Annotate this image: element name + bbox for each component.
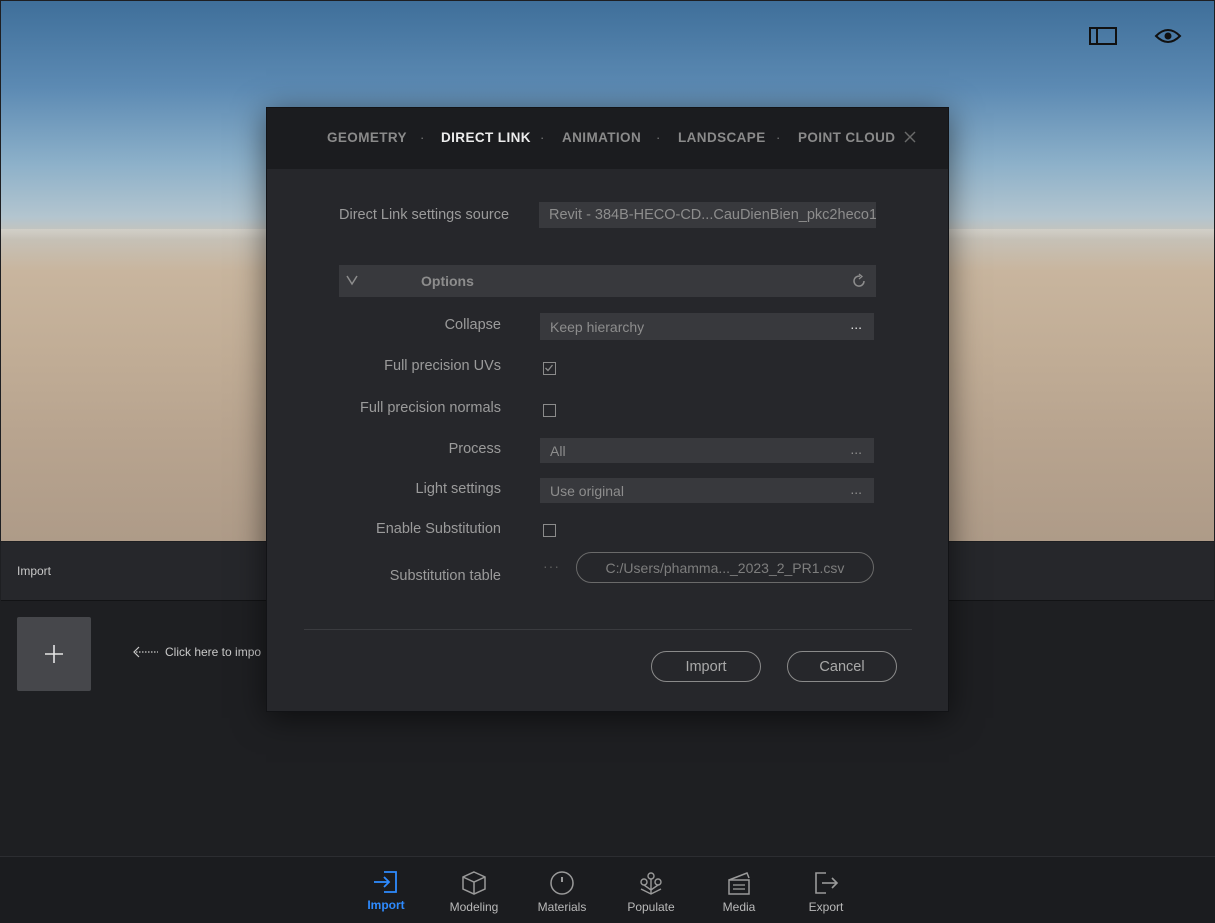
full-precision-uvs-checkbox[interactable] (543, 362, 556, 375)
light-settings-more-button[interactable]: ... (850, 481, 862, 497)
source-value: Revit - 384B-HECO-CD...CauDienBien_pkc2h… (549, 207, 876, 223)
full-precision-normals-checkbox[interactable] (543, 404, 556, 417)
sidebar-toggle-icon[interactable] (1088, 23, 1118, 49)
circle-dot-icon (550, 871, 574, 895)
chevron-down-icon (346, 275, 358, 286)
toolbar-export[interactable]: Export (786, 857, 866, 923)
process-label: Process (448, 441, 501, 457)
collapse-value: Keep hierarchy (550, 318, 645, 335)
arrow-left-icon (133, 646, 158, 658)
process-value: All (550, 442, 566, 459)
substitution-table-field[interactable]: C:/Users/phamma..._2023_2_PR1.csv (576, 552, 874, 583)
collapse-more-button[interactable]: ... (850, 316, 862, 332)
collapse-select[interactable]: Keep hierarchy ... (540, 313, 874, 340)
tab-separator: · (540, 130, 545, 145)
dialog-divider (304, 629, 912, 630)
substitution-table-label: Substitution table (389, 568, 501, 584)
plus-icon (45, 645, 63, 663)
light-settings-label: Light settings (415, 481, 501, 497)
tab-direct-link[interactable]: DIRECT LINK (441, 130, 531, 145)
tab-geometry[interactable]: GEOMETRY (327, 130, 407, 145)
source-field[interactable]: Revit - 384B-HECO-CD...CauDienBien_pkc2h… (539, 202, 876, 228)
full-precision-normals-label: Full precision normals (359, 400, 501, 416)
toolbar-import[interactable]: Import (346, 857, 426, 923)
enable-substitution-label: Enable Substitution (376, 521, 501, 537)
full-precision-uvs-label: Full precision UVs (384, 358, 501, 374)
toolbar-populate-label: Populate (627, 900, 675, 914)
options-section-header[interactable]: Options (339, 265, 876, 297)
tab-separator: · (656, 130, 661, 145)
eye-icon[interactable] (1153, 23, 1183, 49)
clapper-icon (728, 872, 750, 895)
collapse-label: Collapse (444, 317, 501, 333)
tab-animation[interactable]: ANIMATION (562, 130, 641, 145)
toolbar-export-label: Export (808, 900, 844, 914)
process-more-button[interactable]: ... (850, 441, 862, 457)
substitution-table-value: C:/Users/phamma..._2023_2_PR1.csv (605, 559, 845, 576)
light-settings-select[interactable]: Use original ... (540, 478, 874, 503)
close-icon[interactable] (903, 130, 917, 144)
substitution-table-browse-button[interactable]: ··· (543, 558, 560, 574)
tab-landscape[interactable]: LANDSCAPE (678, 130, 766, 145)
import-hint: Click here to impo (133, 645, 261, 659)
bottom-toolbar: Import Modeling Materials Populate Media… (0, 856, 1215, 923)
import-button[interactable]: Import (651, 651, 761, 682)
process-select[interactable]: All ... (540, 438, 874, 463)
export-icon (815, 872, 839, 894)
tree-icon (640, 872, 662, 895)
tab-separator: · (776, 130, 781, 145)
tab-point-cloud[interactable]: POINT CLOUD (798, 130, 895, 145)
import-panel-title: Import (17, 564, 52, 578)
dialog-tabs: GEOMETRY · DIRECT LINK · ANIMATION · LAN… (267, 108, 948, 169)
toolbar-modeling-label: Modeling (449, 900, 499, 914)
options-title: Options (421, 273, 474, 289)
toolbar-import-label: Import (367, 898, 405, 912)
toolbar-materials-label: Materials (537, 900, 587, 914)
enable-substitution-checkbox[interactable] (543, 524, 556, 537)
source-label: Direct Link settings source (339, 207, 510, 223)
tab-separator: · (420, 130, 425, 145)
add-import-button[interactable] (17, 617, 91, 691)
reset-icon[interactable] (851, 273, 867, 289)
toolbar-modeling[interactable]: Modeling (434, 857, 514, 923)
import-settings-dialog: GEOMETRY · DIRECT LINK · ANIMATION · LAN… (266, 107, 949, 712)
cancel-button[interactable]: Cancel (787, 651, 897, 682)
light-settings-value: Use original (550, 482, 624, 499)
import-hint-text: Click here to impo (165, 645, 262, 659)
toolbar-media[interactable]: Media (699, 857, 779, 923)
import-icon (374, 871, 397, 893)
toolbar-media-label: Media (722, 900, 756, 914)
toolbar-populate[interactable]: Populate (611, 857, 691, 923)
checkmark-icon (545, 364, 554, 372)
toolbar-materials[interactable]: Materials (522, 857, 602, 923)
cube-icon (462, 871, 486, 895)
